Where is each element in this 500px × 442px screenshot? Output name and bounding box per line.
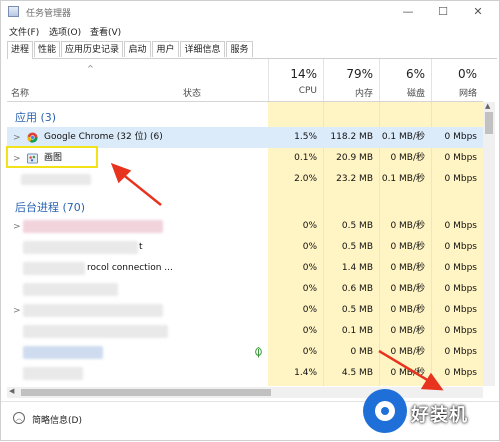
annotation-arrows xyxy=(110,162,444,391)
annotation-arrowhead xyxy=(420,372,444,391)
annotation-arrow-paint xyxy=(120,172,162,206)
annotation-arrow-end-task xyxy=(378,349,430,383)
watermark-logo-icon xyxy=(363,389,407,433)
watermark-text: 好装机 xyxy=(411,405,468,426)
task-manager-window: 任务管理器 — ☐ ✕ 文件(F) 选项(O) 查看(V) 进程 性能 应用历史… xyxy=(0,0,500,441)
